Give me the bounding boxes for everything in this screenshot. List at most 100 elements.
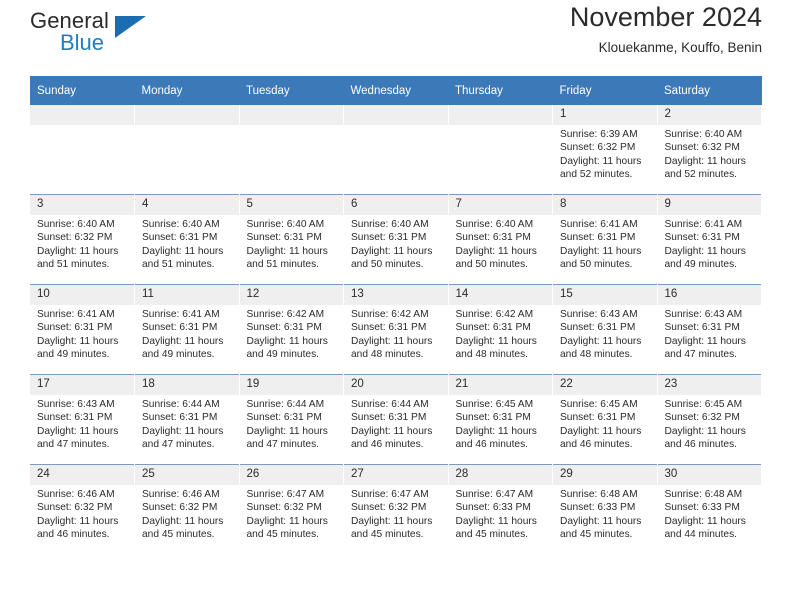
- day-number: 30: [657, 465, 761, 485]
- calendar-day-cell[interactable]: 22 Sunrise: 6:45 AM Sunset: 6:31 PM Dayligh…: [552, 374, 658, 465]
- day-cell-inner: 27 Sunrise: 6:47 AM Sunset: 6:32 PM Dayligh…: [344, 465, 448, 554]
- sunrise-time: Sunrise: 6:42 AM: [351, 309, 429, 320]
- day-cell-inner: [30, 105, 134, 194]
- day-cell-inner: 6 Sunrise: 6:40 AM Sunset: 6:31 PM Daylight…: [344, 195, 448, 284]
- day-details: Sunrise: 6:47 AM Sunset: 6:33 PM Daylight:…: [449, 485, 553, 541]
- sunrise-time: Sunrise: 6:42 AM: [246, 309, 325, 320]
- day-number: 15: [553, 285, 657, 305]
- day-details: Sunrise: 6:48 AM Sunset: 6:33 PM Daylight:…: [658, 485, 762, 541]
- calendar-day-cell[interactable]: 8 Sunrise: 6:41 AM Sunset: 6:31 PM Daylight…: [552, 194, 658, 285]
- calendar-day-cell[interactable]: 11 Sunrise: 6:41 AM Sunset: 6:31 PM Dayligh…: [134, 284, 240, 375]
- sunset-time: Sunset: 6:32 PM: [37, 502, 113, 514]
- calendar-day-cell[interactable]: 10 Sunrise: 6:41 AM Sunset: 6:31 PM Dayligh…: [30, 284, 135, 375]
- calendar-day-cell[interactable]: 21 Sunrise: 6:45 AM Sunset: 6:31 PM Dayligh…: [448, 374, 553, 465]
- sunset-time: Sunset: 6:31 PM: [455, 232, 531, 244]
- calendar-day-cell[interactable]: 23 Sunrise: 6:45 AM Sunset: 6:32 PM Dayligh…: [657, 374, 762, 465]
- sunset-time: Sunset: 6:32 PM: [664, 412, 740, 424]
- day-details: Sunrise: 6:41 AM Sunset: 6:31 PM Daylight:…: [135, 305, 239, 361]
- sunrise-time: Sunrise: 6:44 AM: [142, 399, 220, 410]
- sunset-time: Sunset: 6:31 PM: [37, 412, 113, 424]
- general-blue-logo[interactable]: General Blue: [30, 8, 170, 62]
- sunrise-time: Sunrise: 6:41 AM: [142, 309, 220, 320]
- page-header: General Blue November 2024 Klouekanme, K…: [30, 0, 762, 72]
- weekday-header-sunday: Sunday: [30, 76, 135, 105]
- calendar-day-cell[interactable]: 20 Sunrise: 6:44 AM Sunset: 6:31 PM Dayligh…: [343, 374, 449, 465]
- sunset-time: Sunset: 6:33 PM: [560, 502, 636, 514]
- sunrise-time: Sunrise: 6:47 AM: [246, 489, 325, 500]
- day-number: 11: [135, 285, 239, 305]
- day-details: Sunrise: 6:47 AM Sunset: 6:32 PM Daylight:…: [240, 485, 344, 541]
- day-cell-inner: 14 Sunrise: 6:42 AM Sunset: 6:31 PM Dayligh…: [448, 285, 552, 374]
- calendar-day-cell[interactable]: 2 Sunrise: 6:40 AM Sunset: 6:32 PM Daylight…: [657, 105, 762, 195]
- triangle-icon: [115, 16, 146, 38]
- calendar-day-cell[interactable]: 9 Sunrise: 6:41 AM Sunset: 6:31 PM Daylight…: [657, 194, 762, 285]
- daylight-duration: Daylight: 11 hours and 51 minutes.: [246, 245, 328, 270]
- calendar-day-cell[interactable]: 29 Sunrise: 6:48 AM Sunset: 6:33 PM Dayligh…: [552, 464, 658, 554]
- day-cell-inner: 24 Sunrise: 6:46 AM Sunset: 6:32 PM Dayligh…: [30, 465, 134, 554]
- day-number: [448, 105, 552, 125]
- day-cell-inner: 18 Sunrise: 6:44 AM Sunset: 6:31 PM Dayligh…: [135, 375, 239, 464]
- calendar-day-cell[interactable]: 3 Sunrise: 6:40 AM Sunset: 6:32 PM Daylight…: [30, 194, 135, 285]
- day-number: [30, 105, 134, 125]
- weekday-header-wednesday: Wednesday: [343, 76, 448, 105]
- daylight-duration: Daylight: 11 hours and 44 minutes.: [664, 515, 746, 540]
- calendar-day-cell[interactable]: 4 Sunrise: 6:40 AM Sunset: 6:31 PM Daylight…: [134, 194, 240, 285]
- daylight-duration: Daylight: 11 hours and 47 minutes.: [37, 425, 119, 450]
- calendar-day-cell[interactable]: 17 Sunrise: 6:43 AM Sunset: 6:31 PM Dayligh…: [30, 374, 135, 465]
- calendar-day-cell[interactable]: 24 Sunrise: 6:46 AM Sunset: 6:32 PM Dayligh…: [30, 464, 135, 554]
- calendar-day-cell[interactable]: 14 Sunrise: 6:42 AM Sunset: 6:31 PM Dayligh…: [448, 284, 553, 375]
- day-number: [135, 105, 239, 125]
- calendar-day-cell[interactable]: 16 Sunrise: 6:43 AM Sunset: 6:31 PM Dayligh…: [657, 284, 762, 375]
- calendar-day-cell[interactable]: 25 Sunrise: 6:46 AM Sunset: 6:32 PM Dayligh…: [134, 464, 240, 554]
- calendar-day-cell[interactable]: 27 Sunrise: 6:47 AM Sunset: 6:32 PM Dayligh…: [343, 464, 449, 554]
- day-details: Sunrise: 6:39 AM Sunset: 6:32 PM Daylight:…: [553, 125, 657, 181]
- sunset-time: Sunset: 6:31 PM: [37, 322, 113, 334]
- daylight-duration: Daylight: 11 hours and 48 minutes.: [560, 335, 642, 360]
- day-details: Sunrise: 6:43 AM Sunset: 6:31 PM Daylight:…: [553, 305, 657, 361]
- calendar-day-cell[interactable]: 6 Sunrise: 6:40 AM Sunset: 6:31 PM Daylight…: [343, 194, 449, 285]
- daylight-duration: Daylight: 11 hours and 50 minutes.: [455, 245, 537, 270]
- day-cell-inner: 17 Sunrise: 6:43 AM Sunset: 6:31 PM Dayligh…: [30, 375, 134, 464]
- page-title: November 2024: [569, 2, 762, 32]
- calendar-day-cell[interactable]: 28 Sunrise: 6:47 AM Sunset: 6:33 PM Dayligh…: [448, 464, 553, 554]
- daylight-duration: Daylight: 11 hours and 49 minutes.: [246, 335, 328, 360]
- day-cell-inner: 2 Sunrise: 6:40 AM Sunset: 6:32 PM Daylight…: [657, 105, 761, 194]
- calendar-day-cell[interactable]: 12 Sunrise: 6:42 AM Sunset: 6:31 PM Dayligh…: [239, 284, 344, 375]
- calendar-day-cell[interactable]: 19 Sunrise: 6:44 AM Sunset: 6:31 PM Dayligh…: [239, 374, 344, 465]
- calendar-day-cell[interactable]: 7 Sunrise: 6:40 AM Sunset: 6:31 PM Daylight…: [448, 194, 553, 285]
- sunrise-time: Sunrise: 6:44 AM: [351, 399, 429, 410]
- day-number: 2: [657, 105, 761, 125]
- sunrise-time: Sunrise: 6:40 AM: [142, 219, 220, 230]
- day-cell-inner: 11 Sunrise: 6:41 AM Sunset: 6:31 PM Dayligh…: [135, 285, 239, 374]
- calendar-day-cell[interactable]: 26 Sunrise: 6:47 AM Sunset: 6:32 PM Dayligh…: [239, 464, 344, 554]
- sunset-time: Sunset: 6:31 PM: [560, 322, 636, 334]
- sunset-time: Sunset: 6:32 PM: [246, 502, 322, 514]
- day-cell-inner: 1 Sunrise: 6:39 AM Sunset: 6:32 PM Daylight…: [553, 105, 657, 194]
- title-block: November 2024 Klouekanme, Kouffo, Benin: [570, 0, 762, 55]
- calendar-day-cell[interactable]: 13 Sunrise: 6:42 AM Sunset: 6:31 PM Dayligh…: [343, 284, 449, 375]
- day-number: 1: [553, 105, 657, 125]
- sunrise-time: Sunrise: 6:40 AM: [455, 219, 534, 230]
- day-details: Sunrise: 6:43 AM Sunset: 6:31 PM Daylight:…: [30, 395, 134, 451]
- calendar-day-cell[interactable]: 18 Sunrise: 6:44 AM Sunset: 6:31 PM Dayligh…: [134, 374, 240, 465]
- day-details: Sunrise: 6:47 AM Sunset: 6:32 PM Daylight:…: [344, 485, 448, 541]
- calendar-week-row: 3 Sunrise: 6:40 AM Sunset: 6:32 PM Daylight…: [30, 194, 762, 285]
- day-number: 17: [30, 375, 134, 395]
- calendar-day-cell[interactable]: 15 Sunrise: 6:43 AM Sunset: 6:31 PM Dayligh…: [552, 284, 658, 375]
- sunrise-time: Sunrise: 6:40 AM: [37, 219, 115, 230]
- day-cell-inner: 13 Sunrise: 6:42 AM Sunset: 6:31 PM Dayligh…: [344, 285, 448, 374]
- day-number: 22: [553, 375, 657, 395]
- day-cell-inner: [344, 105, 448, 194]
- sunset-time: Sunset: 6:31 PM: [246, 232, 322, 244]
- calendar-day-cell[interactable]: 5 Sunrise: 6:40 AM Sunset: 6:31 PM Daylight…: [239, 194, 344, 285]
- daylight-duration: Daylight: 11 hours and 52 minutes.: [664, 155, 746, 180]
- sunrise-time: Sunrise: 6:45 AM: [664, 399, 743, 410]
- day-number: 13: [344, 285, 448, 305]
- calendar-day-cell[interactable]: 1 Sunrise: 6:39 AM Sunset: 6:32 PM Daylight…: [552, 105, 658, 195]
- day-number: 16: [657, 285, 761, 305]
- day-details: Sunrise: 6:45 AM Sunset: 6:32 PM Daylight:…: [658, 395, 762, 451]
- day-cell-inner: 3 Sunrise: 6:40 AM Sunset: 6:32 PM Daylight…: [30, 195, 134, 284]
- calendar-day-cell[interactable]: 30 Sunrise: 6:48 AM Sunset: 6:33 PM Dayligh…: [657, 464, 762, 554]
- sunrise-time: Sunrise: 6:48 AM: [664, 489, 743, 500]
- day-cell-inner: 26 Sunrise: 6:47 AM Sunset: 6:32 PM Dayligh…: [239, 465, 344, 554]
